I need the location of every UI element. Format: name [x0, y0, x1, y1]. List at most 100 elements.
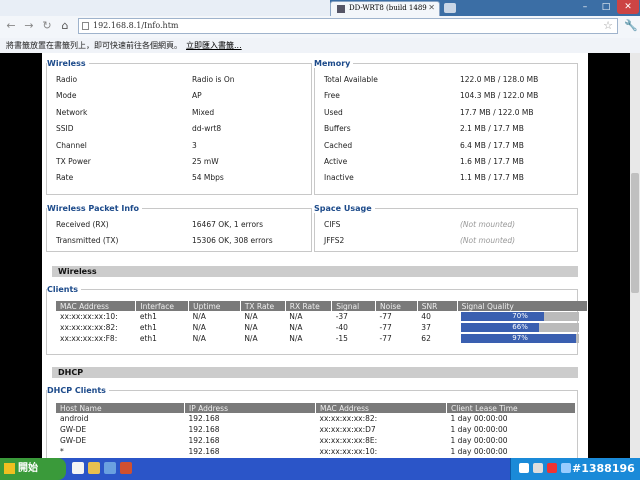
field-value: 1.1 MB / 17.7 MB — [460, 173, 524, 183]
window-minimize-button[interactable]: – — [575, 0, 595, 14]
field-label: Inactive — [324, 173, 354, 183]
dhcp-row: GW-DE 192.168 xx:xx:xx:xx:D7 1 day 00:00:00 — [56, 424, 576, 435]
field-value: 16467 OK, 1 errors — [192, 220, 264, 229]
bookmark-star-icon[interactable]: ☆ — [603, 19, 613, 32]
client-rx-cell: N/A — [289, 312, 303, 321]
field-label: Free — [324, 91, 340, 101]
tab-title: DD-WRT8 (build 14896)... — [349, 4, 427, 12]
clients-col-header[interactable]: Noise — [375, 301, 418, 311]
client-snr-cell: 40 — [421, 312, 431, 321]
clients-col-header[interactable]: Signal Quality — [457, 301, 589, 311]
import-bookmarks-link[interactable]: 立即匯入書籤... — [186, 41, 242, 50]
reload-icon[interactable]: ↻ — [40, 19, 54, 33]
folder-icon[interactable] — [88, 462, 100, 474]
clients-col-header[interactable]: MAC Address — [56, 301, 137, 311]
client-signal-cell: -40 — [335, 323, 348, 332]
windows-taskbar: 開始 #1388196 — [0, 458, 640, 480]
wireless-section-header: Wireless — [52, 266, 578, 277]
client-snr-cell: 37 — [421, 323, 431, 332]
back-arrow-icon[interactable]: ← — [4, 19, 18, 33]
media-icon[interactable] — [104, 462, 116, 474]
clients-col-header[interactable]: RX Rate — [285, 301, 333, 311]
field-label: Mode — [56, 91, 77, 101]
dhcp-row: * 192.168 xx:xx:xx:xx:10: 1 day 00:00:00 — [56, 446, 576, 457]
dhcp-col-header[interactable]: Client Lease Time — [446, 403, 576, 413]
dhcp-mac-cell: xx:xx:xx:xx:D7 — [319, 425, 376, 434]
client-iface-cell: eth1 — [139, 312, 157, 321]
window-maximize-button[interactable]: □ — [596, 0, 616, 14]
field-value: 122.0 MB / 128.0 MB — [460, 75, 539, 84]
security-icon[interactable] — [547, 463, 557, 473]
dhcp-col-header[interactable]: Host Name — [56, 403, 185, 413]
client-quality-cell: 70% — [457, 311, 587, 322]
keyboard-icon[interactable] — [519, 463, 529, 473]
dhcp-host-cell: * — [60, 447, 64, 456]
forward-arrow-icon[interactable]: → — [22, 19, 36, 33]
client-mac-cell: xx:xx:xx:xx:F8: — [60, 334, 118, 343]
start-button[interactable]: 開始 — [0, 458, 66, 480]
client-tx-cell: N/A — [244, 323, 258, 332]
help-icon[interactable] — [533, 463, 543, 473]
field-label: Network — [56, 107, 88, 117]
clients-col-header[interactable]: SNR — [417, 301, 458, 311]
field-value: 1.6 MB / 17.7 MB — [460, 157, 524, 166]
wrench-menu-icon[interactable]: 🔧 — [624, 19, 638, 33]
scrollbar-thumb[interactable] — [631, 173, 639, 293]
dhcp-ip-cell: 192.168 — [188, 436, 220, 445]
dhcp-host-cell: GW-DE — [60, 425, 87, 434]
start-label: 開始 — [18, 463, 38, 474]
app-icon[interactable] — [120, 462, 132, 474]
browser-toolbar: ← → ↻ ⌂ 192.168.8.1/Info.htm ☆ 🔧 — [0, 16, 640, 39]
field-value: 25 mW — [192, 157, 219, 166]
clients-title: Clients — [47, 285, 82, 294]
field-value: Radio is On — [192, 75, 235, 84]
space-usage-box — [314, 208, 578, 252]
client-signal-cell: -37 — [335, 312, 348, 321]
dhcp-row: android 192.168 xx:xx:xx:xx:82: 1 day 00:00… — [56, 413, 576, 424]
new-tab-button[interactable] — [444, 3, 456, 13]
dhcp-ip-cell: 192.168 — [188, 414, 220, 423]
memory-box-title: Memory — [314, 59, 354, 68]
home-icon[interactable]: ⌂ — [58, 19, 72, 33]
dhcp-row: GW-DE 192.168 xx:xx:xx:xx:8E: 1 day 00:00:0… — [56, 435, 576, 446]
address-bar[interactable]: 192.168.8.1/Info.htm ☆ — [78, 18, 618, 34]
client-row: xx:xx:xx:xx:10: eth1 N/A N/A N/A -37 -77 40 70% — [56, 311, 588, 322]
field-value: 17.7 MB / 122.0 MB — [460, 107, 534, 117]
clients-col-header[interactable]: Signal — [331, 301, 377, 311]
field-label: TX Power — [56, 157, 91, 166]
bookmark-bar: 將書籤放置在書籤列上，即可快速前往各個網頁。 立即匯入書籤... — [0, 38, 640, 54]
packet-box-title: Wireless Packet Info — [47, 204, 142, 213]
network-icon[interactable] — [561, 463, 571, 473]
tab-close-icon[interactable]: ✕ — [428, 3, 435, 12]
dhcp-col-header[interactable]: MAC Address — [315, 403, 447, 413]
space-box-title: Space Usage — [314, 204, 375, 213]
client-row: xx:xx:xx:xx:82: eth1 N/A N/A N/A -40 -77 37 66% — [56, 322, 588, 333]
field-label: Transmitted (TX) — [56, 236, 119, 245]
window-close-button[interactable]: ✕ — [617, 0, 639, 14]
client-row: xx:xx:xx:xx:F8: eth1 N/A N/A N/A -15 -77 62 97% — [56, 333, 588, 344]
windows-flag-icon — [4, 463, 15, 474]
dhcp-col-header[interactable]: IP Address — [184, 403, 316, 413]
client-quality-cell: 66% — [457, 322, 587, 333]
field-value: 2.1 MB / 17.7 MB — [460, 124, 524, 134]
client-noise-cell: -77 — [379, 334, 392, 343]
dhcp-lease-cell: 1 day 00:00:00 — [450, 436, 508, 445]
field-value: (Not mounted) — [460, 220, 516, 229]
dhcp-lease-cell: 1 day 00:00:00 — [450, 414, 508, 423]
packet-info-box — [46, 208, 312, 252]
tab-active[interactable]: DD-WRT8 (build 14896)... ✕ — [330, 1, 440, 16]
clients-col-header[interactable]: Interface — [135, 301, 190, 311]
vertical-scrollbar[interactable] — [630, 53, 640, 458]
client-signal-cell: -15 — [335, 334, 348, 343]
clients-col-header[interactable]: TX Rate — [240, 301, 286, 311]
clients-col-header[interactable]: Uptime — [188, 301, 241, 311]
desktop-icon[interactable] — [72, 462, 84, 474]
watermark-text: #1388196 — [572, 462, 635, 475]
field-label: SSID — [56, 124, 74, 134]
field-value: Mixed — [192, 107, 215, 117]
field-value: 3 — [192, 140, 197, 150]
signal-quality-bar: 66% — [461, 323, 580, 332]
signal-quality-label: 70% — [512, 312, 528, 320]
client-rx-cell: N/A — [289, 323, 303, 332]
field-value: (Not mounted) — [460, 236, 516, 245]
